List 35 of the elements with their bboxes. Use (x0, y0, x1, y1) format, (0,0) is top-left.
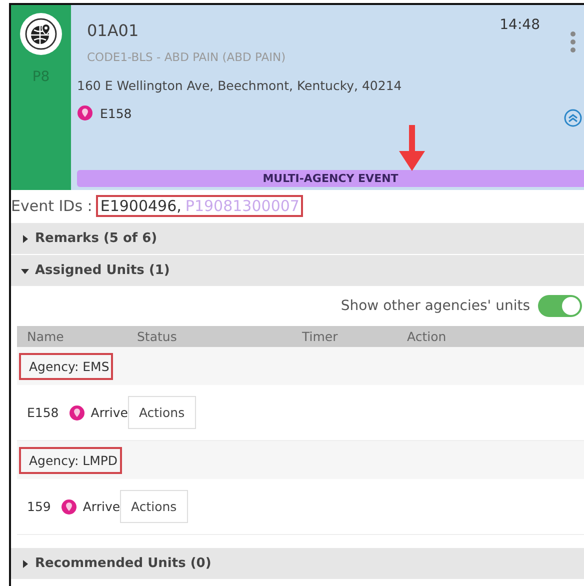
status-label: Arrive (90, 405, 128, 420)
agency-label: Agency: LMPD (19, 446, 122, 474)
caret-right-icon (21, 234, 29, 242)
event-ids-label: Event IDs : (11, 197, 92, 215)
toggle-label: Show other agencies' units (340, 298, 530, 314)
event-id: E1900496, (100, 197, 182, 215)
column-header: Action (397, 326, 584, 347)
section-header[interactable]: Assigned Units (1) (11, 254, 584, 286)
section-header[interactable]: Recommended Units (0) (11, 547, 584, 579)
agency-label: Agency: EMS (19, 352, 114, 380)
actions-button[interactable]: Actions (120, 490, 188, 523)
column-header: Timer (292, 326, 397, 347)
column-header: Name (17, 326, 127, 347)
column-header: Status (127, 326, 292, 347)
event-address: 160 E Wellington Ave, Beechmont, Kentucky, 40214 (77, 78, 403, 93)
caret-down-icon (21, 266, 29, 274)
event-type: CODE1-BLS - ABD PAIN (ABD PAIN) (86, 49, 287, 66)
event-time: 14:48 (500, 16, 540, 33)
globe-pin-icon (20, 13, 62, 55)
more-icon[interactable] (570, 31, 576, 53)
section-header[interactable]: Remarks (5 of 6) (11, 222, 584, 254)
toggle-switch[interactable] (538, 295, 582, 317)
location-pin-icon (77, 105, 93, 121)
unit-label: E158 (100, 106, 132, 120)
status-label: Arrive (82, 499, 120, 514)
collapse-icon[interactable] (564, 109, 582, 127)
unit-name: 159 (26, 499, 51, 514)
event-code: 01A01 (87, 20, 140, 40)
status-pin-icon (68, 404, 85, 420)
annotation-arrow (397, 125, 427, 171)
caret-right-icon (21, 560, 29, 568)
actions-button[interactable]: Actions (128, 396, 196, 429)
multi-agency-banner: MULTI-AGENCY EVENT (77, 170, 584, 187)
unit-name: E158 (26, 405, 59, 420)
status-pin-icon (60, 498, 77, 514)
